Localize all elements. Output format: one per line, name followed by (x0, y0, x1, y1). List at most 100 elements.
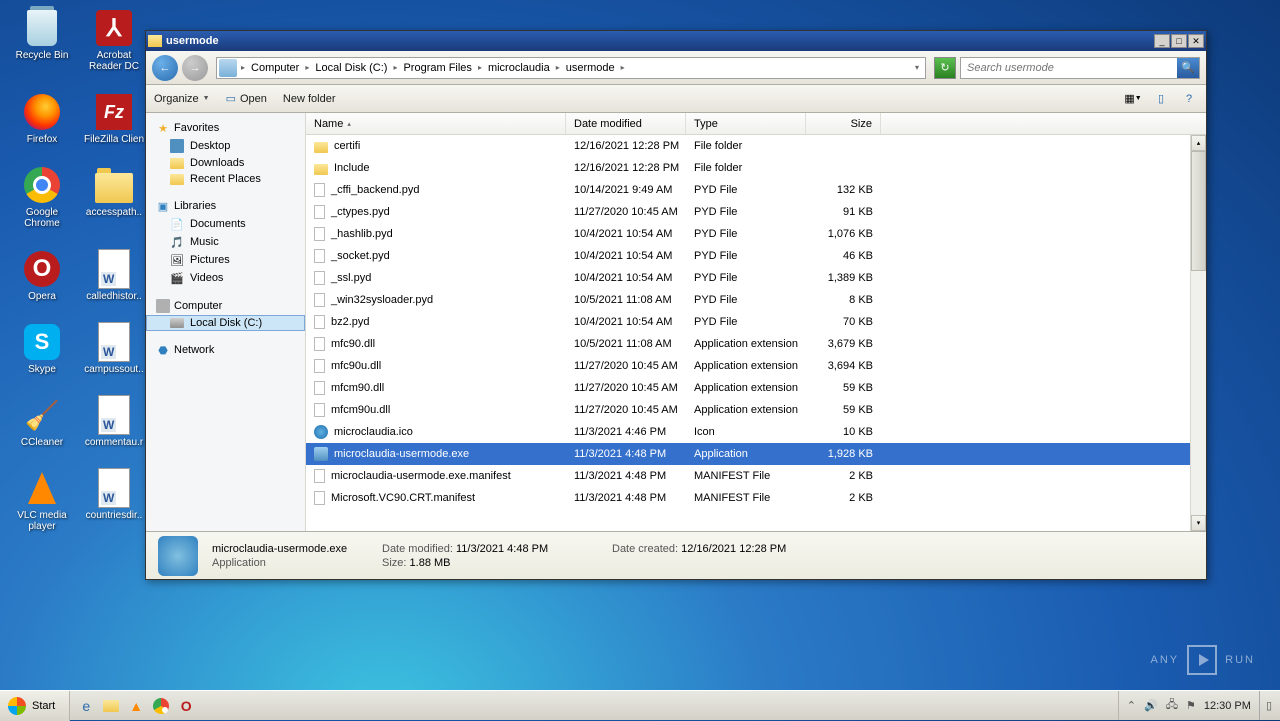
search-input[interactable] (961, 62, 1177, 74)
organize-menu[interactable]: Organize▼ (154, 93, 210, 105)
file-row[interactable]: mfcm90u.dll11/27/2020 10:45 AMApplicatio… (306, 399, 1206, 421)
file-row[interactable]: Include12/16/2021 12:28 PMFile folder (306, 157, 1206, 179)
taskbar: Start e ▲ O ⌃ 🔊 🖧 ⚑ 12:30 PM ▯ (0, 690, 1280, 720)
taskbar-vlc-icon[interactable]: ▲ (124, 694, 148, 718)
details-size: Size: 1.88 MB (382, 557, 592, 569)
desktop-icon[interactable]: commentau.r (78, 395, 150, 448)
refresh-button[interactable]: ↻ (934, 57, 956, 79)
close-button[interactable]: ✕ (1188, 34, 1204, 48)
scroll-thumb[interactable] (1191, 151, 1206, 271)
explorer-window: usermode _ □ ✕ ← → ▸ Computer▸ Local Dis… (145, 30, 1207, 580)
file-row[interactable]: mfcm90.dll11/27/2020 10:45 AMApplication… (306, 377, 1206, 399)
new-folder-button[interactable]: New folder (283, 93, 336, 105)
computer-icon (219, 59, 237, 77)
sidebar-desktop[interactable]: Desktop (146, 137, 305, 155)
folder-icon (148, 35, 162, 47)
computer-head[interactable]: Computer (146, 297, 305, 315)
desktop-icon[interactable]: OOpera (6, 249, 78, 302)
taskbar-opera-icon[interactable]: O (174, 694, 198, 718)
breadcrumb[interactable]: ▸ Computer▸ Local Disk (C:)▸ Program Fil… (216, 57, 926, 79)
file-row[interactable]: mfc90u.dll11/27/2020 10:45 AMApplication… (306, 355, 1206, 377)
file-row[interactable]: microclaudia-usermode.exe11/3/2021 4:48 … (306, 443, 1206, 465)
forward-button[interactable]: → (182, 55, 208, 81)
file-row[interactable]: _ssl.pyd10/4/2021 10:54 AMPYD File1,389 … (306, 267, 1206, 289)
sidebar-documents[interactable]: 📄Documents (146, 215, 305, 233)
watermark: ANYRUN (1151, 645, 1255, 675)
breadcrumb-seg[interactable]: microclaudia (484, 58, 554, 78)
file-row[interactable]: microclaudia.ico11/3/2021 4:46 PMIcon10 … (306, 421, 1206, 443)
sidebar-localdisk[interactable]: Local Disk (C:) (146, 315, 305, 331)
favorites-head[interactable]: ★Favorites (146, 119, 305, 137)
windows-icon (8, 697, 26, 715)
scroll-up-icon[interactable]: ▴ (1191, 135, 1206, 151)
desktop-icon[interactable]: Google Chrome (6, 165, 78, 229)
desktop-icon[interactable]: 🧹CCleaner (6, 395, 78, 448)
file-row[interactable]: Microsoft.VC90.CRT.manifest11/3/2021 4:4… (306, 487, 1206, 509)
col-date[interactable]: Date modified (566, 113, 686, 134)
sidebar-recent[interactable]: Recent Places (146, 171, 305, 187)
back-button[interactable]: ← (152, 55, 178, 81)
start-button[interactable]: Start (0, 691, 70, 721)
desktop-icon[interactable]: Firefox (6, 92, 78, 145)
desktop-icon[interactable]: countriesdir.. (78, 468, 150, 532)
libraries-head[interactable]: ▣Libraries (146, 197, 305, 215)
desktop-icon[interactable]: VLC media player (6, 468, 78, 532)
help-icon[interactable]: ? (1180, 91, 1198, 107)
preview-pane-icon[interactable]: ▯ (1152, 91, 1170, 107)
tray-expand-icon[interactable]: ⌃ (1127, 699, 1136, 712)
network-head[interactable]: ⬣Network (146, 341, 305, 359)
search-box[interactable]: 🔍 (960, 57, 1200, 79)
col-type[interactable]: Type (686, 113, 806, 134)
breadcrumb-seg[interactable]: Local Disk (C:) (311, 58, 391, 78)
details-modified: Date modified: 11/3/2021 4:48 PM (382, 543, 592, 555)
sidebar-videos[interactable]: 🎬Videos (146, 269, 305, 287)
sidebar-music[interactable]: 🎵Music (146, 233, 305, 251)
details-name: microclaudia-usermode.exe (212, 543, 362, 555)
open-button[interactable]: ▭Open (226, 92, 267, 105)
taskbar-ie-icon[interactable]: e (74, 694, 98, 718)
desktop-icon[interactable]: FzFileZilla Clien (78, 92, 150, 145)
desktop-icon[interactable]: ⅄Acrobat Reader DC (78, 8, 150, 72)
tray-network-icon[interactable]: 🖧 (1166, 696, 1178, 715)
sidebar-pictures[interactable]: 🖼Pictures (146, 251, 305, 269)
sidebar-downloads[interactable]: Downloads (146, 155, 305, 171)
col-size[interactable]: Size (806, 113, 881, 134)
file-row[interactable]: _cffi_backend.pyd10/14/2021 9:49 AMPYD F… (306, 179, 1206, 201)
file-row[interactable]: _socket.pyd10/4/2021 10:54 AMPYD File46 … (306, 245, 1206, 267)
desktop-icon[interactable]: SSkype (6, 322, 78, 375)
file-row[interactable]: _win32sysloader.pyd10/5/2021 11:08 AMPYD… (306, 289, 1206, 311)
show-desktop[interactable]: ▯ (1259, 691, 1272, 720)
details-created: Date created: 12/16/2021 12:28 PM (612, 543, 832, 555)
file-row[interactable]: _hashlib.pyd10/4/2021 10:54 AMPYD File1,… (306, 223, 1206, 245)
scroll-down-icon[interactable]: ▾ (1191, 515, 1206, 531)
scrollbar[interactable]: ▴ ▾ (1190, 135, 1206, 531)
breadcrumb-seg[interactable]: usermode (562, 58, 619, 78)
file-row[interactable]: _ctypes.pyd11/27/2020 10:45 AMPYD File91… (306, 201, 1206, 223)
clock[interactable]: 12:30 PM (1204, 700, 1251, 712)
app-icon (158, 536, 198, 576)
file-row[interactable]: certifi12/16/2021 12:28 PMFile folder (306, 135, 1206, 157)
details-pane: microclaudia-usermode.exe Date modified:… (146, 531, 1206, 579)
taskbar-chrome-icon[interactable] (149, 694, 173, 718)
nav-sidebar: ★Favorites Desktop Downloads Recent Plac… (146, 113, 306, 531)
file-row[interactable]: microclaudia-usermode.exe.manifest11/3/2… (306, 465, 1206, 487)
file-row[interactable]: bz2.pyd10/4/2021 10:54 AMPYD File70 KB (306, 311, 1206, 333)
details-type: Application (212, 557, 362, 569)
desktop-icon[interactable]: accesspath.. (78, 165, 150, 229)
col-name[interactable]: Name▴ (306, 113, 566, 134)
window-title: usermode (166, 35, 1154, 47)
maximize-button[interactable]: □ (1171, 34, 1187, 48)
search-icon[interactable]: 🔍 (1177, 58, 1199, 78)
desktop-icon[interactable]: calledhistor.. (78, 249, 150, 302)
tray-flag-icon[interactable]: ⚑ (1186, 699, 1196, 712)
minimize-button[interactable]: _ (1154, 34, 1170, 48)
breadcrumb-seg[interactable]: Computer (247, 58, 303, 78)
view-menu[interactable]: ▦ ▼ (1124, 91, 1142, 107)
taskbar-explorer-icon[interactable] (99, 694, 123, 718)
breadcrumb-seg[interactable]: Program Files (399, 58, 475, 78)
titlebar[interactable]: usermode _ □ ✕ (146, 31, 1206, 51)
desktop-icon[interactable]: campussout.. (78, 322, 150, 375)
file-row[interactable]: mfc90.dll10/5/2021 11:08 AMApplication e… (306, 333, 1206, 355)
desktop-icon[interactable]: Recycle Bin (6, 8, 78, 72)
tray-volume-icon[interactable]: 🔊 (1144, 699, 1158, 712)
